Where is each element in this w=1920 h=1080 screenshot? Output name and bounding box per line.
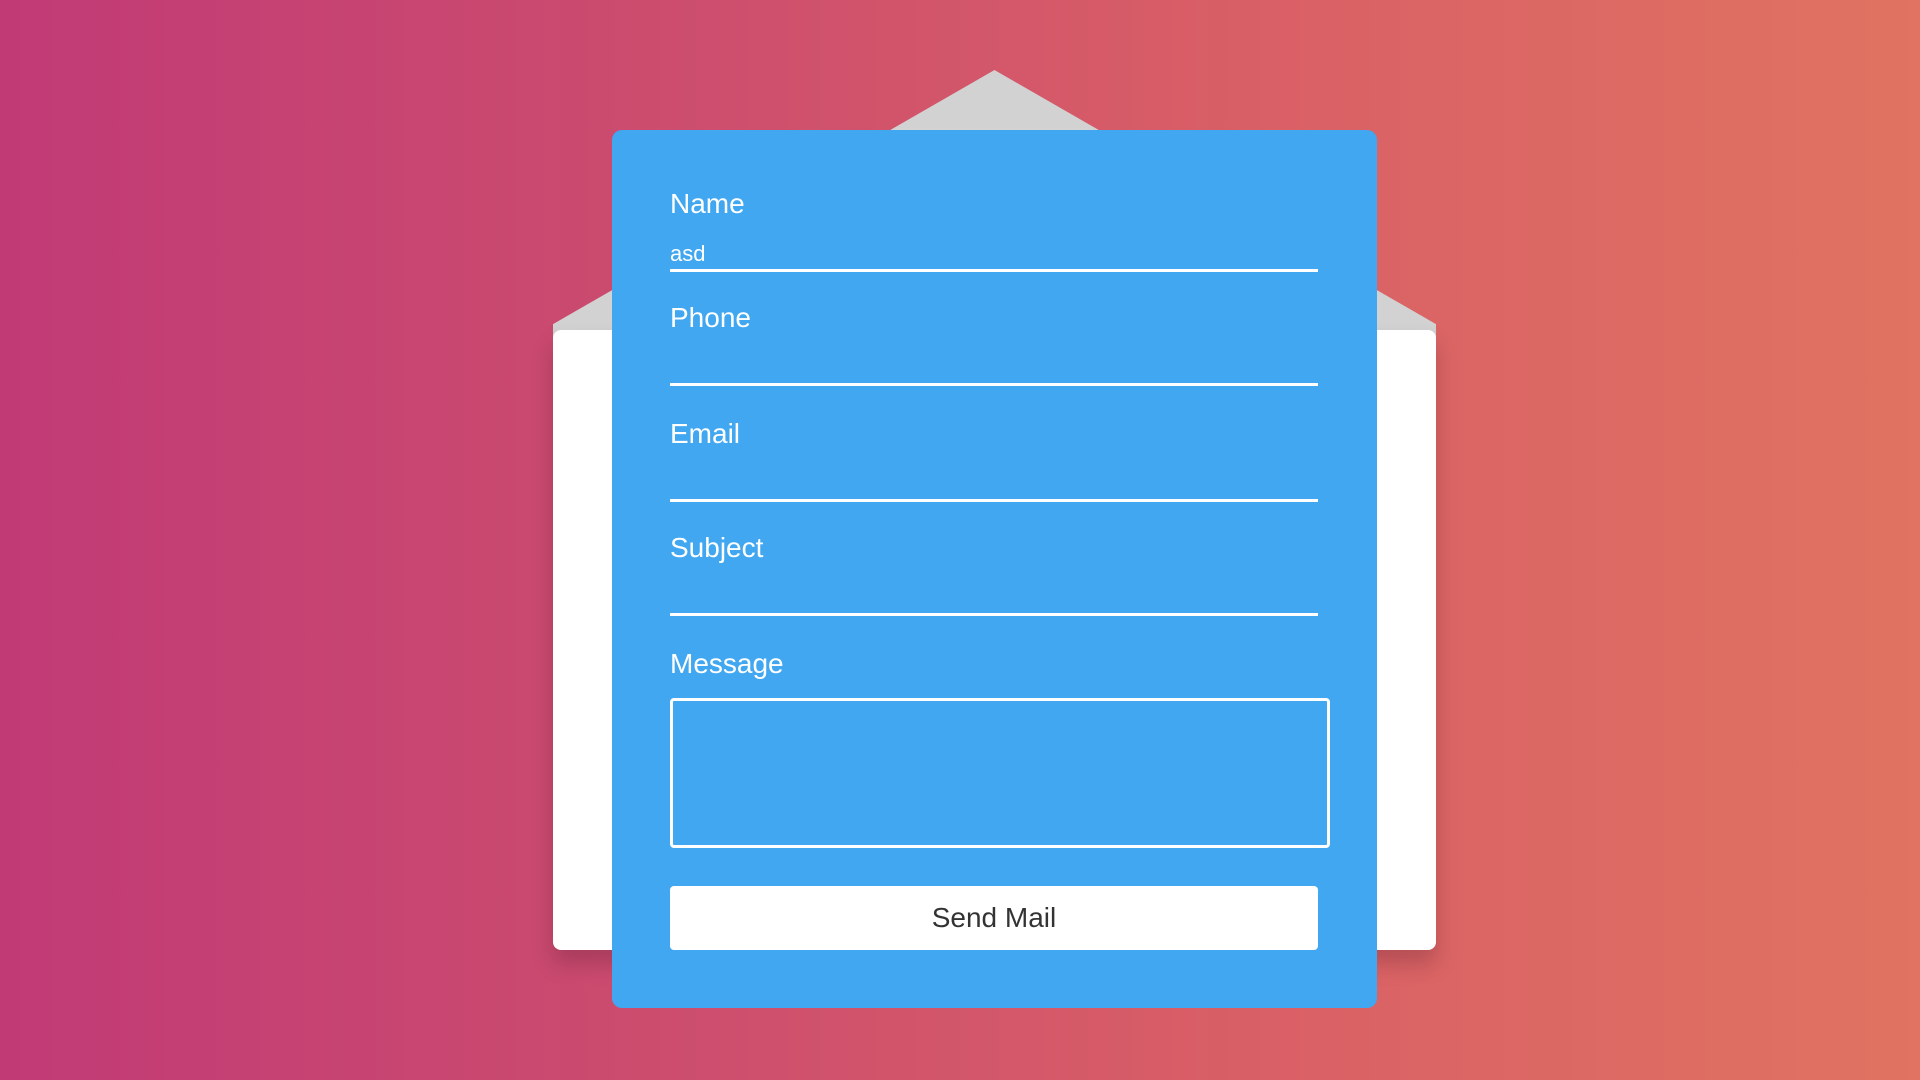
email-label: Email [670, 418, 741, 449]
name-label: Name [670, 188, 745, 219]
name-input[interactable] [670, 238, 1318, 272]
contact-form: Name Phone Email Subject Message Send Ma… [612, 130, 1377, 1008]
email-input[interactable] [670, 468, 1318, 502]
message-textarea[interactable] [670, 698, 1330, 848]
send-mail-button[interactable]: Send Mail [670, 886, 1318, 950]
subject-label: Subject [670, 532, 764, 563]
phone-label: Phone [670, 302, 751, 333]
message-label: Message [670, 648, 784, 679]
phone-input[interactable] [670, 352, 1318, 386]
subject-input[interactable] [670, 582, 1318, 616]
